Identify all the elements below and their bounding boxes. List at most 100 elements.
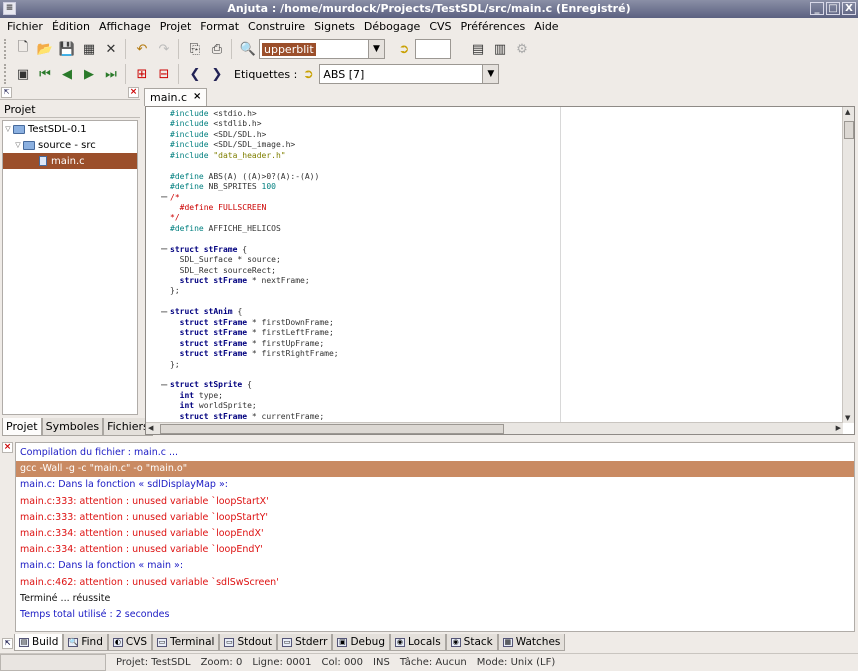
tree-item-testsdl[interactable]: ▽ TestSDL-0.1 <box>3 121 137 137</box>
find-icon[interactable]: 🔍 <box>237 38 259 60</box>
code-line[interactable] <box>170 370 339 380</box>
code-text[interactable]: #include <stdio.h> #include <stdlib.h> #in… <box>170 109 339 422</box>
code-line[interactable]: int worldSprite; <box>170 401 339 411</box>
message-line[interactable]: main.c:333: attention : unused variable … <box>16 494 854 510</box>
maximize-button[interactable]: □ <box>826 2 840 15</box>
code-line[interactable]: #define NB_SPRITES 100 <box>170 182 339 192</box>
project-icon[interactable]: ▣ <box>12 63 34 85</box>
project-tree[interactable]: ▽ TestSDL-0.1 ▽ source - src main.c <box>2 120 138 415</box>
code-line[interactable]: struct stFrame { <box>170 245 339 255</box>
tags-value[interactable]: ABS [7] <box>320 68 364 81</box>
message-line[interactable]: main.c:333: attention : unused variable … <box>16 510 854 526</box>
search-combo[interactable]: upperblit ▼ <box>259 39 385 59</box>
toolbar-grip[interactable] <box>4 39 10 59</box>
scroll-thumb[interactable] <box>844 121 854 139</box>
code-line[interactable]: struct stSprite { <box>170 380 339 390</box>
build-icon[interactable]: ▤ <box>467 38 489 60</box>
tab-watches[interactable]: ▦ Watches <box>497 634 566 651</box>
menu-projet[interactable]: Projet <box>156 18 197 36</box>
tab-locals[interactable]: ◉ Locals <box>389 634 446 651</box>
code-editor[interactable]: − − − − #include <stdio.h> #include <stdlib.… <box>145 106 855 435</box>
scroll-left-icon[interactable]: ◀ <box>148 424 153 432</box>
close-icon[interactable]: × <box>193 91 201 104</box>
close-file-icon[interactable]: ✕ <box>100 38 122 60</box>
message-line[interactable]: main.c:462: attention : unused variable … <box>16 575 854 591</box>
menu-debogage[interactable]: Débogage <box>360 18 425 36</box>
scroll-up-icon[interactable]: ▲ <box>845 108 850 116</box>
code-line[interactable]: #define AFFICHE_HELICOS <box>170 224 339 234</box>
code-line[interactable]: int type; <box>170 391 339 401</box>
code-line[interactable]: #define ABS(A) ((A)>0?(A):-(A)) <box>170 172 339 182</box>
tab-debug[interactable]: ▣ Debug <box>332 634 390 651</box>
menu-preferences[interactable]: Préférences <box>457 18 531 36</box>
code-line[interactable]: SDL_Rect sourceRect; <box>170 266 339 276</box>
tab-build[interactable]: ▤ Build <box>14 634 64 651</box>
fold-toggle-icon[interactable]: − <box>160 307 168 318</box>
code-line[interactable]: #include <stdio.h> <box>170 109 339 119</box>
menu-edition[interactable]: Édition <box>48 18 95 36</box>
tab-stderr[interactable]: ▭ Stderr <box>277 634 333 651</box>
menu-format[interactable]: Format <box>196 18 244 36</box>
chevron-down-icon[interactable]: ▼ <box>368 40 384 58</box>
menu-construire[interactable]: Construire <box>244 18 310 36</box>
message-line[interactable]: gcc -Wall -g -c "main.c" -o "main.o" <box>16 461 854 478</box>
horizontal-scrollbar[interactable]: ◀ ▶ <box>146 422 843 434</box>
bookmark-add-icon[interactable]: ⊞ <box>131 63 153 85</box>
menu-cvs[interactable]: CVS <box>425 18 456 36</box>
tab-cvs[interactable]: ◐ CVS <box>107 634 153 651</box>
scroll-right-icon[interactable]: ▶ <box>836 424 841 432</box>
fold-toggle-icon[interactable]: − <box>160 192 168 203</box>
close-window-button[interactable]: X <box>842 2 856 15</box>
goto-tag-icon[interactable]: ➲ <box>297 63 319 85</box>
print-icon[interactable]: ⎙ <box>206 38 228 60</box>
fold-margin[interactable]: − − − − <box>146 107 168 423</box>
message-line[interactable]: Compilation du fichier : main.c ... <box>16 445 854 461</box>
scroll-thumb[interactable] <box>160 424 504 434</box>
build-output[interactable]: Compilation du fichier : main.c ... gcc -… <box>15 442 855 632</box>
close-icon[interactable]: × <box>2 442 13 453</box>
goto-line-input[interactable] <box>415 39 451 59</box>
message-line[interactable]: main.c:334: attention : unused variable … <box>16 542 854 558</box>
menu-aide[interactable]: Aide <box>530 18 563 36</box>
tree-item-source[interactable]: ▽ source - src <box>3 137 137 153</box>
undo-icon[interactable]: ↶ <box>131 38 153 60</box>
compile-icon[interactable]: ▥ <box>489 38 511 60</box>
next-bookmark-icon[interactable]: ❯ <box>206 63 228 85</box>
menu-fichier[interactable]: Fichier <box>3 18 48 36</box>
prev-bookmark-icon[interactable]: ❮ <box>184 63 206 85</box>
import-icon[interactable]: ⎘ <box>184 38 206 60</box>
open-folder-icon[interactable]: 📂 <box>34 38 56 60</box>
search-value[interactable]: upperblit <box>262 42 316 56</box>
dock-icon[interactable]: ⇱ <box>2 638 13 649</box>
toolbar-grip[interactable] <box>4 64 10 84</box>
close-icon[interactable]: × <box>128 87 139 98</box>
code-line[interactable]: #define FULLSCREEN <box>170 203 339 213</box>
scroll-down-icon[interactable]: ▼ <box>845 414 850 422</box>
first-icon[interactable]: ⏮ <box>34 63 56 85</box>
dock-icon[interactable]: ⇱ <box>1 87 12 98</box>
minimize-button[interactable]: _ <box>810 2 824 15</box>
code-line[interactable] <box>170 234 339 244</box>
code-line[interactable]: struct stFrame * firstRightFrame; <box>170 349 339 359</box>
tags-combo[interactable]: ABS [7] ▼ <box>319 64 500 84</box>
code-line[interactable]: }; <box>170 360 339 370</box>
menu-affichage[interactable]: Affichage <box>95 18 156 36</box>
tab-terminal[interactable]: ▭ Terminal <box>152 634 220 651</box>
save-all-icon[interactable]: ▦ <box>78 38 100 60</box>
tree-item-main-c[interactable]: main.c <box>3 153 137 169</box>
tab-symboles[interactable]: Symboles <box>41 418 104 436</box>
message-line[interactable]: main.c: Dans la fonction « sdlDisplayMap… <box>16 477 854 493</box>
code-line[interactable] <box>170 297 339 307</box>
code-line[interactable] <box>170 161 339 171</box>
code-line[interactable]: }; <box>170 286 339 296</box>
save-icon[interactable]: 💾 <box>56 38 78 60</box>
fold-toggle-icon[interactable]: − <box>160 380 168 391</box>
vertical-scrollbar[interactable]: ▲ ▼ <box>842 107 854 423</box>
code-line[interactable]: SDL_Surface * source; <box>170 255 339 265</box>
code-line[interactable]: #include <SDL/SDL_image.h> <box>170 140 339 150</box>
menu-signets[interactable]: Signets <box>310 18 360 36</box>
code-line[interactable]: */ <box>170 213 339 223</box>
message-line[interactable]: Temps total utilisé : 2 secondes <box>16 607 854 623</box>
code-line[interactable]: struct stAnim { <box>170 307 339 317</box>
code-line[interactable]: #include <SDL/SDL.h> <box>170 130 339 140</box>
